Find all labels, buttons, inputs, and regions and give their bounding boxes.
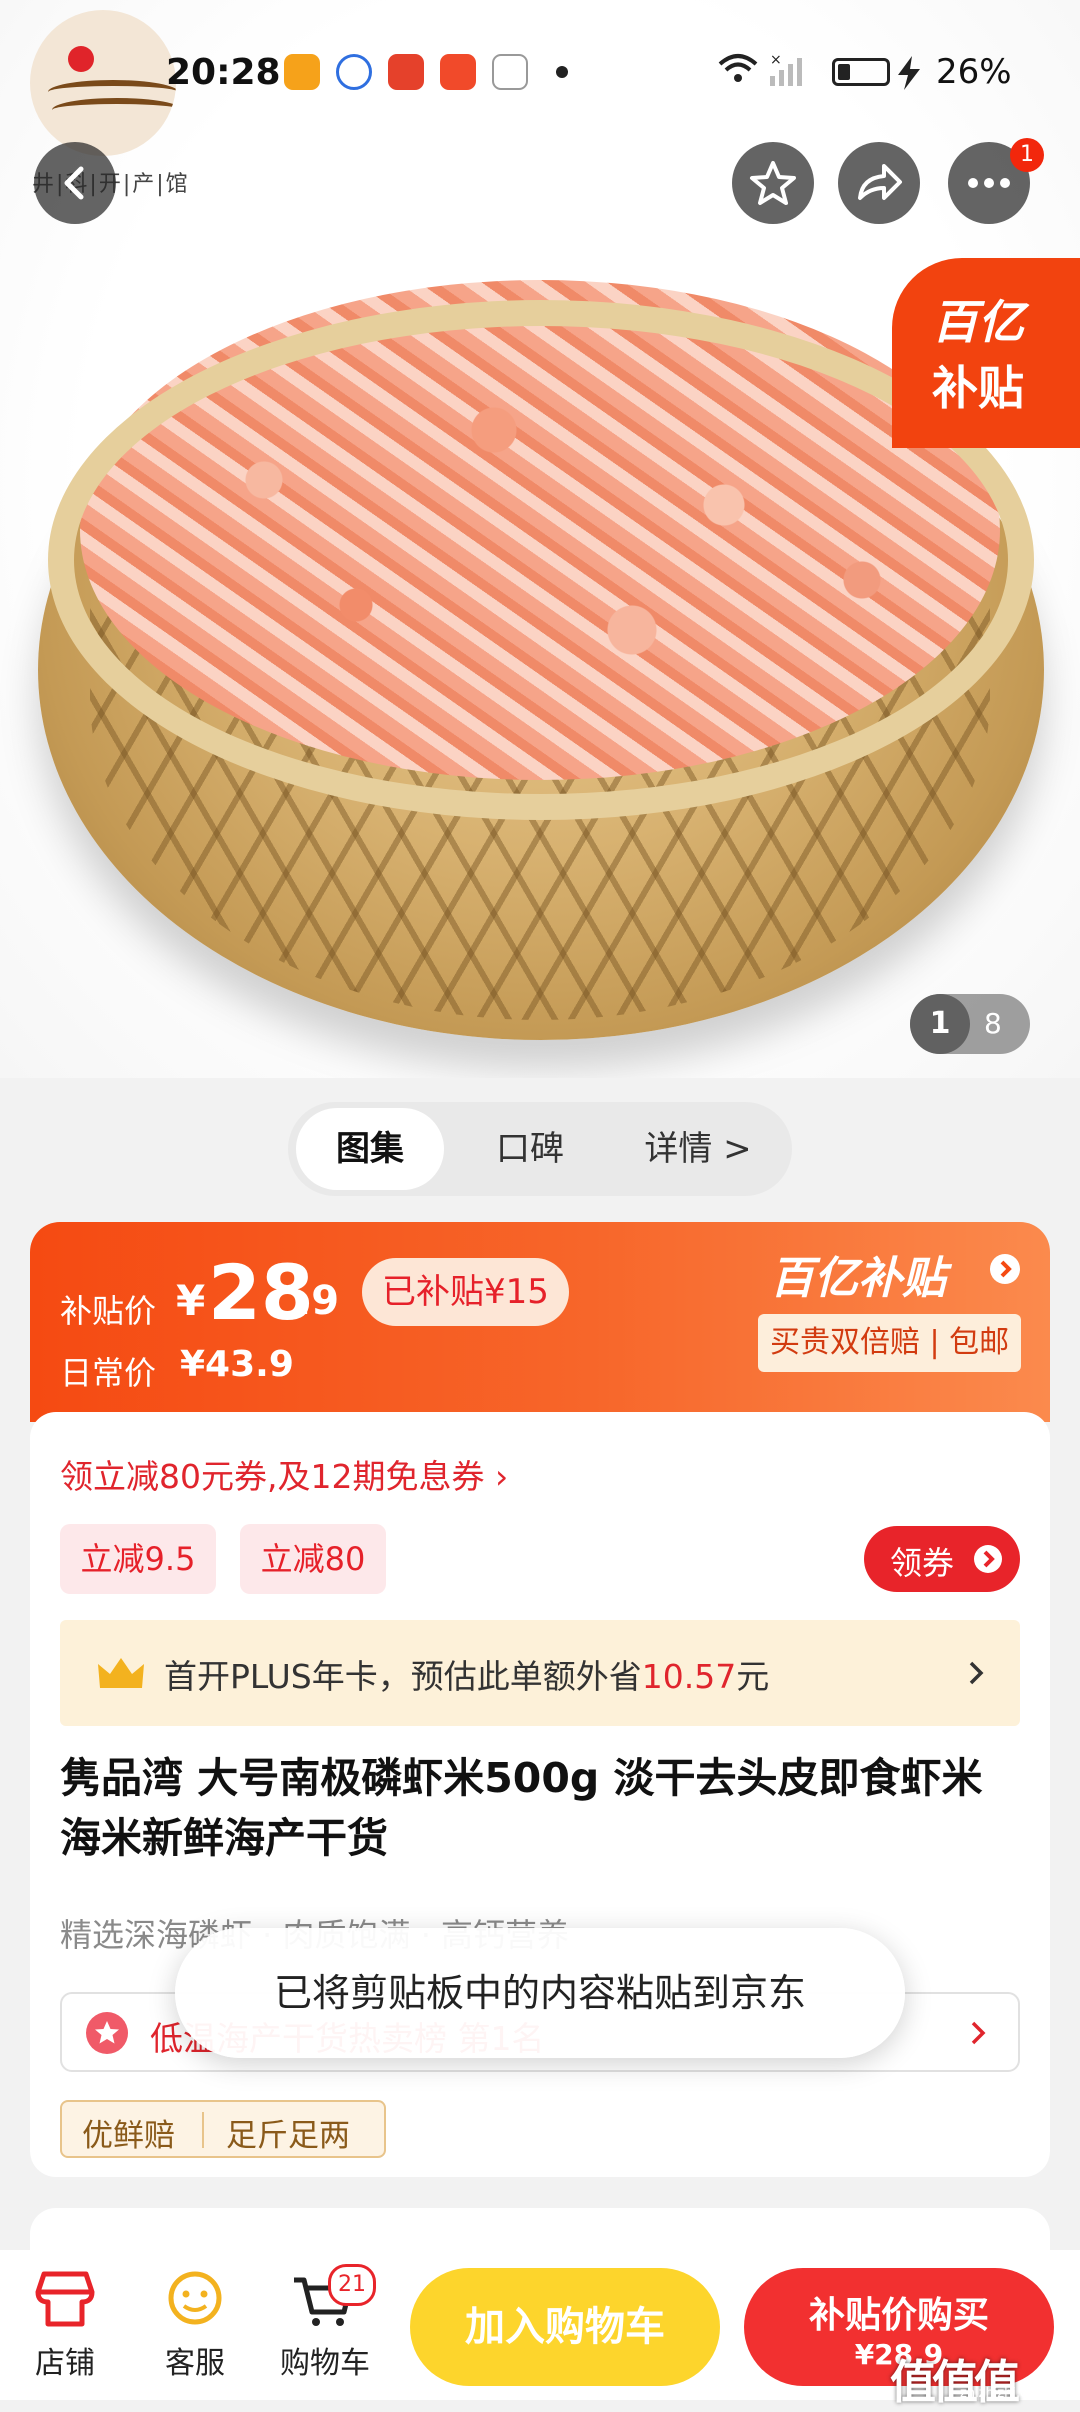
coupon-headline[interactable]: 领立减80元券,及12期免息券 › xyxy=(60,1450,508,1498)
price-banner: 补贴价 ¥ 28 .9 已补贴¥15 日常价 ¥43.9 百亿补贴 买贵双倍赔 … xyxy=(30,1222,1050,1422)
back-button[interactable] xyxy=(34,142,116,224)
chevron-left-icon xyxy=(64,166,84,200)
watermark: 值值值 xyxy=(890,2355,1020,2409)
coupon-chip: 立减80 xyxy=(240,1524,386,1594)
plus-text: 首开PLUS年卡，预估此单额外省10.57元 xyxy=(164,1650,769,1698)
battery-percent: 26% xyxy=(936,52,1012,92)
store-label: 店铺 xyxy=(35,2346,95,2381)
share-button[interactable] xyxy=(838,142,920,224)
app-notification-icon xyxy=(492,54,528,90)
pager-current: 1 xyxy=(910,994,970,1054)
regular-price-label: 日常价 xyxy=(60,1354,157,1392)
claim-coupon-label: 领券 xyxy=(890,1544,955,1582)
basket-rim xyxy=(48,300,1034,820)
cart-count-badge: 21 xyxy=(328,2264,376,2306)
claim-coupon-button[interactable]: 领券 xyxy=(864,1526,1020,1592)
logo-wave-icon xyxy=(52,98,176,122)
product-title: 隽品湾 大号南极磷虾米500g 淡干去头皮即食虾米海米新鲜海产干货 xyxy=(60,1754,983,1862)
chevron-circle-icon xyxy=(974,1545,1002,1573)
store-icon xyxy=(35,2271,95,2327)
battery-icon xyxy=(832,58,890,86)
subsidy-corner-badge: 百亿 补贴 xyxy=(892,258,1080,448)
chevron-right-icon xyxy=(969,1661,984,1685)
price-decimal: .9 xyxy=(296,1278,340,1324)
image-pager: 1 8 xyxy=(910,994,1030,1054)
rank-medal-icon xyxy=(86,2012,128,2054)
tag-divider xyxy=(202,2112,204,2148)
notification-badge: 1 xyxy=(1010,138,1044,172)
plus-amount: 10.57 xyxy=(641,1657,737,1696)
currency-symbol: ¥ xyxy=(176,1276,206,1325)
app-notification-icon xyxy=(284,54,320,90)
customer-service-icon xyxy=(168,2271,222,2325)
add-to-cart-button[interactable]: 加入购物车 xyxy=(410,2268,720,2386)
product-image-gallery[interactable] xyxy=(0,0,1080,1078)
more-notifications-dot-icon xyxy=(556,66,568,78)
subsidy-price-label: 补贴价 xyxy=(60,1292,157,1330)
regular-price: ¥43.9 xyxy=(180,1344,294,1385)
share-arrow-icon xyxy=(858,164,902,200)
wifi-signal-icon: × xyxy=(718,52,802,86)
tab-gallery[interactable]: 图集 xyxy=(296,1108,444,1190)
star-icon xyxy=(750,161,796,205)
logo-sun-icon xyxy=(68,46,94,72)
watermark-site: zhizhizhi.com xyxy=(960,2386,1048,2401)
app-notification-icon xyxy=(336,54,372,90)
tag-fresh-guarantee: 优鲜赔 xyxy=(82,2118,175,2154)
customer-service-button[interactable]: 客服 xyxy=(140,2268,250,2382)
pager-total: 8 xyxy=(984,1007,1002,1040)
tag-full-weight: 足斤足两 xyxy=(226,2118,350,2154)
tab-reviews[interactable]: 口碑 xyxy=(470,1108,590,1190)
subsidy-badge-line1: 百亿 xyxy=(932,295,1024,349)
plus-text-prefix: 首开PLUS年卡，预估此单额外省 xyxy=(164,1657,642,1696)
store-nav-button[interactable]: 店铺 xyxy=(10,2268,120,2382)
more-dots-icon xyxy=(968,178,1010,188)
subsidized-amount-tag: 已补贴¥15 xyxy=(362,1258,569,1326)
coupon-chip: 立减9.5 xyxy=(60,1524,216,1594)
plus-membership-bar[interactable]: 首开PLUS年卡，预估此单额外省10.57元 xyxy=(60,1620,1020,1726)
clipboard-toast: 已将剪贴板中的内容粘贴到京东 xyxy=(175,1928,905,2058)
store-logo xyxy=(30,10,176,156)
cart-label: 购物车 xyxy=(280,2346,370,2381)
service-label: 客服 xyxy=(165,2346,225,2381)
tab-details[interactable]: 详情 > xyxy=(618,1108,778,1190)
svg-text:×: × xyxy=(770,52,782,68)
guarantee-tag: 买贵双倍赔 | 包邮 xyxy=(758,1314,1022,1372)
subsidy-badge-line2: 补贴 xyxy=(932,361,1024,415)
chevron-circle-icon xyxy=(990,1254,1020,1284)
crown-icon xyxy=(98,1658,144,1688)
charging-icon xyxy=(898,56,920,90)
status-time: 20:28 xyxy=(166,52,281,93)
service-tags: 优鲜赔 足斤足两 xyxy=(60,2100,386,2158)
battery-level xyxy=(838,64,850,80)
plus-text-suffix: 元 xyxy=(736,1657,770,1696)
app-notification-icon xyxy=(440,54,476,90)
media-tabs: 图集 口碑 详情 > xyxy=(288,1102,792,1196)
chevron-right-icon xyxy=(971,2021,986,2045)
favorite-button[interactable] xyxy=(732,142,814,224)
brand-subsidy-title[interactable]: 百亿补贴 xyxy=(770,1242,946,1306)
buy-label: 补贴价购买 xyxy=(808,2295,989,2336)
app-notification-icon xyxy=(388,54,424,90)
